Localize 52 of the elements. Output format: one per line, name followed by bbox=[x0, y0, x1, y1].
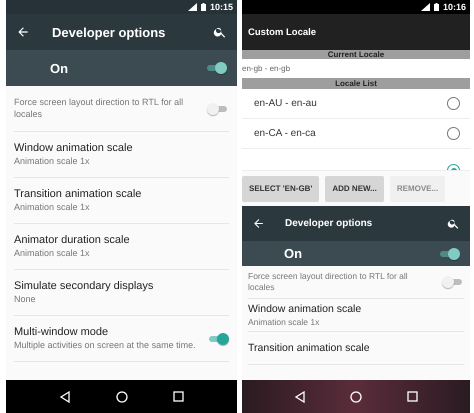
setting-title: Multi-window mode bbox=[14, 326, 110, 338]
back-icon[interactable] bbox=[58, 390, 71, 402]
toggle-switch[interactable] bbox=[207, 102, 229, 116]
toggle-switch[interactable] bbox=[205, 61, 227, 75]
setting-subtitle: Animation scale 1x bbox=[14, 248, 91, 260]
locale-row[interactable]: en-CA - en-ca bbox=[242, 119, 470, 149]
back-arrow-icon[interactable] bbox=[252, 217, 265, 230]
toggle-switch[interactable] bbox=[207, 332, 229, 346]
action-button[interactable]: SELECT 'EN-GB' bbox=[242, 176, 320, 202]
locale-row[interactable]: en-AU - en-au bbox=[242, 89, 470, 119]
recents-icon[interactable] bbox=[406, 391, 418, 402]
setting-subtitle: Multiple activities on screen at the same time. bbox=[14, 340, 197, 352]
setting-title: Simulate secondary displays bbox=[14, 280, 154, 292]
status-time: 10:15 bbox=[210, 2, 233, 12]
radio-button[interactable] bbox=[446, 127, 460, 140]
setting-title: Transition animation scale bbox=[248, 342, 371, 354]
back-icon[interactable] bbox=[294, 390, 306, 402]
setting-subtitle: Force screen layout direction to RTL for all locales bbox=[14, 97, 184, 120]
setting-subtitle: Animation scale 1x bbox=[14, 156, 91, 168]
setting-subtitle: Force screen layout direction to RTL for all locales bbox=[248, 271, 409, 293]
status-time: 10:16 bbox=[442, 2, 466, 12]
locale-label: en-CA - en-ca bbox=[254, 128, 316, 139]
setting-title: Window animation scale bbox=[248, 302, 362, 315]
current-locale-value: en-gb - en-gb bbox=[242, 59, 470, 78]
search-icon[interactable] bbox=[213, 25, 227, 39]
master-switch-label: On bbox=[283, 246, 304, 261]
home-icon[interactable] bbox=[116, 390, 128, 402]
locale-label: en-AU - en-au bbox=[254, 98, 317, 109]
home-icon[interactable] bbox=[350, 390, 362, 402]
setting-subtitle: None bbox=[14, 294, 37, 306]
toolbar-title: Developer options bbox=[52, 24, 166, 40]
battery-icon bbox=[434, 3, 439, 11]
setting-title: Window animation scale bbox=[14, 142, 134, 154]
setting-title: Animator duration scale bbox=[14, 234, 131, 246]
section-heading: Current Locale bbox=[242, 50, 470, 59]
section-heading: Locale List bbox=[242, 78, 470, 89]
setting-subtitle: Animation scale 1x bbox=[14, 202, 91, 214]
signal-icon bbox=[420, 3, 430, 11]
recents-icon[interactable] bbox=[173, 391, 184, 402]
toolbar-title: Developer options bbox=[285, 218, 374, 229]
action-button[interactable]: ADD NEW... bbox=[325, 176, 384, 202]
setting-subtitle: Animation scale 1x bbox=[248, 316, 320, 328]
toggle-switch[interactable] bbox=[438, 246, 460, 260]
back-arrow-icon[interactable] bbox=[16, 25, 30, 39]
battery-icon bbox=[200, 3, 206, 11]
search-icon[interactable] bbox=[447, 217, 460, 230]
master-switch-label: On bbox=[49, 60, 70, 76]
radio-button[interactable] bbox=[447, 97, 460, 110]
app-bar-title: Custom Locale bbox=[248, 26, 318, 38]
signal-icon bbox=[188, 3, 197, 11]
toggle-switch[interactable] bbox=[442, 275, 464, 289]
setting-title: Transition animation scale bbox=[14, 188, 142, 200]
